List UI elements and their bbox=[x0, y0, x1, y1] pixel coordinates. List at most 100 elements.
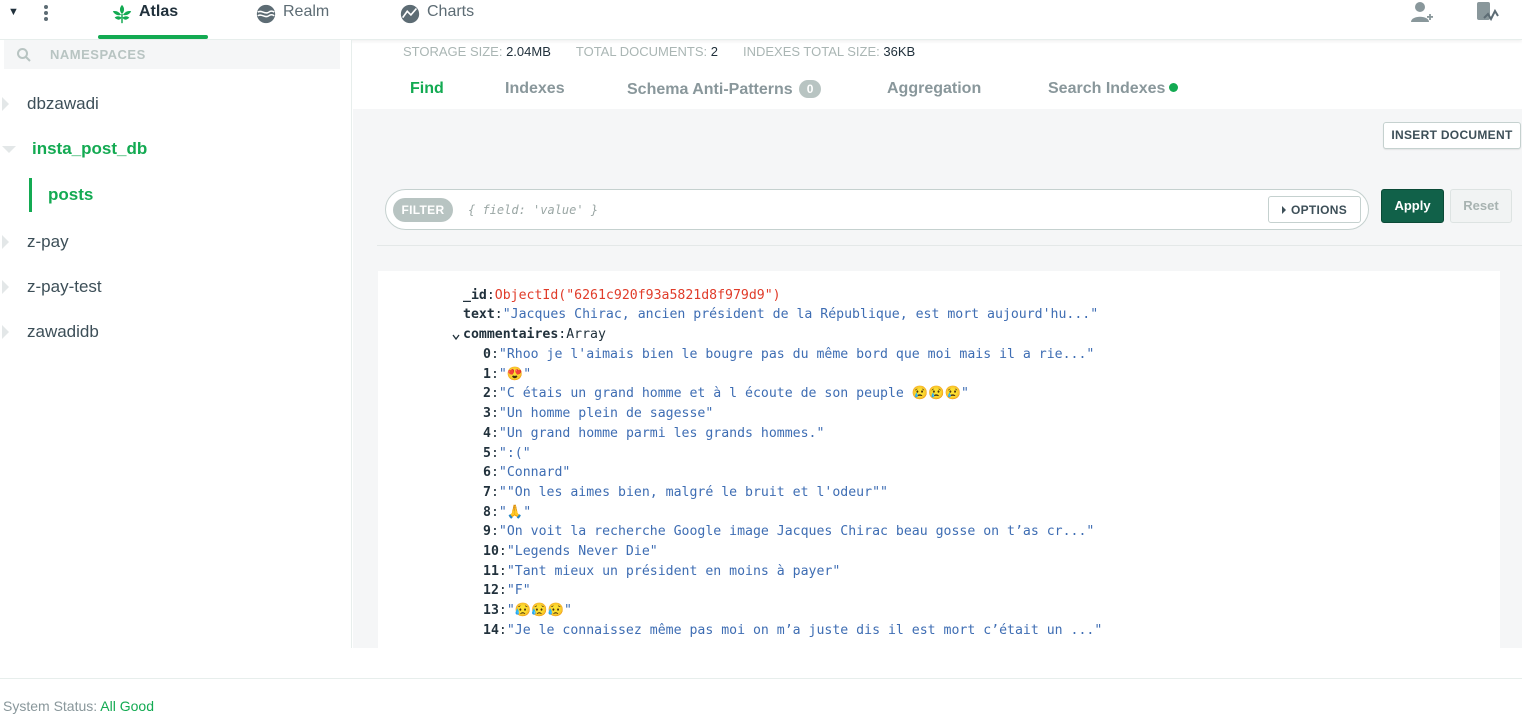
array-index: 3 bbox=[483, 406, 491, 422]
array-item: 0:"Rhoo je l'aimais bien le bougre pas d… bbox=[483, 347, 1095, 362]
array-item: 10:"Legends Never Die" bbox=[483, 544, 658, 559]
divider bbox=[377, 245, 1522, 246]
system-status-link[interactable]: All Good bbox=[100, 698, 154, 714]
charts-icon bbox=[400, 4, 420, 24]
document-text-field: text:"Jacques Chirac, ancien président d… bbox=[463, 307, 1099, 322]
array-index: 14 bbox=[483, 622, 499, 638]
expand-arrow-icon bbox=[2, 235, 9, 249]
array-index: 1 bbox=[483, 366, 491, 382]
tab-find[interactable]: Find bbox=[410, 80, 444, 98]
options-label: OPTIONS bbox=[1290, 202, 1348, 217]
search-icon bbox=[17, 47, 31, 62]
array-value[interactable]: ":(" bbox=[499, 446, 531, 461]
reset-button[interactable]: Reset bbox=[1450, 189, 1512, 223]
array-value[interactable]: "On voit la recherche Google image Jacqu… bbox=[499, 524, 1094, 539]
sidebar-item-z-pay-test[interactable]: z-pay-test bbox=[0, 272, 350, 302]
array-index: 5 bbox=[483, 445, 491, 461]
indexes-size-value: 36KB bbox=[883, 44, 916, 59]
tab-search-label: Search Indexes bbox=[1048, 80, 1166, 97]
field-key: commentaires bbox=[463, 327, 559, 342]
field-type: Array bbox=[566, 327, 606, 342]
database-label: zawadidb bbox=[27, 322, 99, 341]
tab-search-indexes[interactable]: Search Indexes bbox=[1048, 80, 1179, 98]
apply-button[interactable]: Apply bbox=[1381, 189, 1444, 223]
array-value[interactable]: "F" bbox=[507, 583, 531, 598]
array-value[interactable]: "Un grand homme parmi les grands hommes.… bbox=[499, 426, 825, 441]
array-index: 8 bbox=[483, 504, 491, 520]
indexes-size-stat: INDEXES TOTAL SIZE: 36KB bbox=[743, 44, 915, 59]
array-value[interactable]: "Rhoo je l'aimais bien le bougre pas du … bbox=[499, 347, 1094, 362]
system-status-label: System Status: bbox=[3, 698, 98, 714]
database-label: z-pay bbox=[27, 232, 69, 251]
array-index: 12 bbox=[483, 583, 499, 599]
array-value[interactable]: "😥😥😥" bbox=[507, 603, 572, 618]
total-documents-value: 2 bbox=[710, 44, 718, 59]
array-value[interactable]: "Tant mieux un président en moins à paye… bbox=[507, 564, 840, 579]
activity-icon[interactable] bbox=[1474, 0, 1500, 26]
expand-arrow-icon bbox=[2, 280, 9, 294]
collection-stats: STORAGE SIZE: 2.04MB TOTAL DOCUMENTS: 2 … bbox=[403, 44, 915, 59]
database-label: z-pay-test bbox=[27, 277, 102, 296]
array-item: 2:"C étais un grand homme et à l écoute … bbox=[483, 386, 969, 402]
array-value[interactable]: "Connard" bbox=[499, 465, 570, 480]
tab-atlas-label: Atlas bbox=[139, 3, 179, 20]
tab-realm[interactable]: Realm bbox=[255, 0, 329, 40]
array-value[interactable]: ""On les aimes bien, malgré le bruit et … bbox=[499, 485, 888, 500]
array-item: 14:"Je le connaissez même pas moi on m’a… bbox=[483, 622, 1103, 638]
tab-atlas[interactable]: Atlas bbox=[111, 0, 178, 40]
tab-charts-label: Charts bbox=[427, 3, 475, 20]
storage-size-stat: STORAGE SIZE: 2.04MB bbox=[403, 44, 551, 59]
expand-arrow-icon bbox=[2, 325, 9, 339]
atlas-leaf-icon bbox=[112, 4, 132, 24]
active-tab-indicator bbox=[98, 35, 208, 39]
sidebar-collection-posts[interactable]: posts bbox=[29, 178, 349, 212]
top-navigation: ▼ Atlas Realm Charts bbox=[0, 0, 1522, 40]
array-item: 6:"Connard" bbox=[483, 465, 571, 481]
array-index: 11 bbox=[483, 563, 499, 579]
tab-aggregation[interactable]: Aggregation bbox=[887, 80, 981, 98]
org-dropdown-caret-icon[interactable]: ▼ bbox=[8, 6, 19, 18]
namespace-search-field[interactable]: NAMESPACES bbox=[4, 40, 340, 69]
document-array-field: commentaires:Array bbox=[463, 327, 606, 342]
sidebar-item-zawadidb[interactable]: zawadidb bbox=[0, 317, 350, 347]
collapse-arrow-icon bbox=[2, 145, 16, 153]
array-value[interactable]: "Je le connaissez même pas moi on m’a ju… bbox=[507, 623, 1102, 638]
chevron-down-icon[interactable] bbox=[452, 333, 460, 341]
indexes-size-label: INDEXES TOTAL SIZE: bbox=[742, 44, 880, 59]
array-value[interactable]: "🙏" bbox=[499, 505, 531, 520]
array-value[interactable]: "C étais un grand homme et à l écoute de… bbox=[499, 386, 969, 401]
document-id-field: _id:ObjectId("6261c920f93a5821d8f979d9") bbox=[463, 288, 781, 303]
field-key: text bbox=[463, 307, 495, 322]
field-value[interactable]: "Jacques Chirac, ancien président de la … bbox=[503, 307, 1098, 322]
filter-input[interactable] bbox=[468, 199, 1248, 221]
array-item: 9:"On voit la recherche Google image Jac… bbox=[483, 524, 1095, 540]
options-button[interactable]: OPTIONS bbox=[1268, 196, 1361, 223]
insert-document-button[interactable]: INSERT DOCUMENT bbox=[1383, 122, 1521, 149]
collection-label: posts bbox=[48, 185, 94, 204]
array-item: 5:":(" bbox=[483, 445, 531, 461]
array-value[interactable]: "Legends Never Die" bbox=[507, 544, 658, 559]
system-status: System Status: All Good bbox=[3, 698, 154, 714]
array-index: 9 bbox=[483, 524, 491, 540]
tab-charts[interactable]: Charts bbox=[399, 0, 474, 40]
array-index: 6 bbox=[483, 465, 491, 481]
tab-schema-anti-patterns[interactable]: Schema Anti-Patterns 0 bbox=[627, 80, 822, 99]
array-item: 3:"Un homme plein de sagesse" bbox=[483, 406, 714, 422]
array-value[interactable]: "😍" bbox=[499, 367, 531, 382]
add-user-icon[interactable] bbox=[1409, 0, 1435, 26]
expand-arrow-icon bbox=[2, 97, 9, 111]
array-index: 0 bbox=[483, 347, 491, 362]
sidebar-item-insta-post-db[interactable]: insta_post_db bbox=[0, 134, 350, 164]
field-value[interactable]: ObjectId("6261c920f93a5821d8f979d9") bbox=[495, 288, 781, 303]
sidebar-item-dbzawadi[interactable]: dbzawadi bbox=[0, 89, 350, 119]
sidebar-item-z-pay[interactable]: z-pay bbox=[0, 227, 350, 257]
more-options-icon[interactable] bbox=[40, 2, 52, 24]
tab-indexes[interactable]: Indexes bbox=[505, 80, 565, 98]
realm-icon bbox=[256, 4, 276, 24]
array-item: 7:""On les aimes bien, malgré le bruit e… bbox=[483, 484, 888, 500]
array-index: 2 bbox=[483, 386, 491, 402]
namespace-sidebar: NAMESPACES dbzawadi insta_post_db posts … bbox=[0, 40, 352, 648]
field-key: _id bbox=[463, 288, 487, 303]
array-value[interactable]: "Un homme plein de sagesse" bbox=[499, 406, 713, 421]
schema-count-badge: 0 bbox=[799, 80, 822, 98]
